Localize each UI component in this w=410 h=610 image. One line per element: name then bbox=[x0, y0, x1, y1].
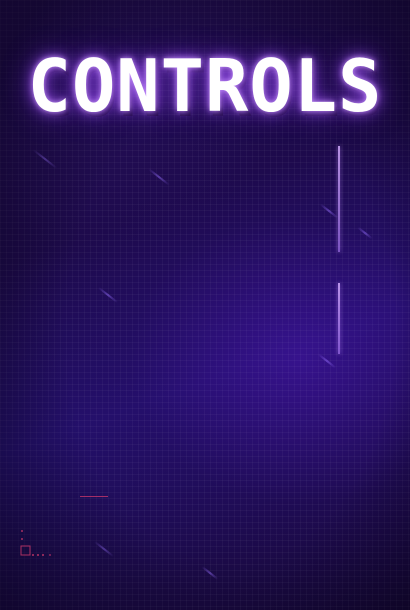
page-title: CONTROLS bbox=[27, 44, 383, 128]
controls-screen: CONTROLS bbox=[0, 0, 410, 610]
hud-corner-bracket-icon bbox=[20, 530, 51, 556]
hud-accent-line bbox=[80, 496, 108, 497]
divider-line-lower bbox=[338, 283, 340, 354]
divider-line-upper bbox=[338, 146, 340, 252]
